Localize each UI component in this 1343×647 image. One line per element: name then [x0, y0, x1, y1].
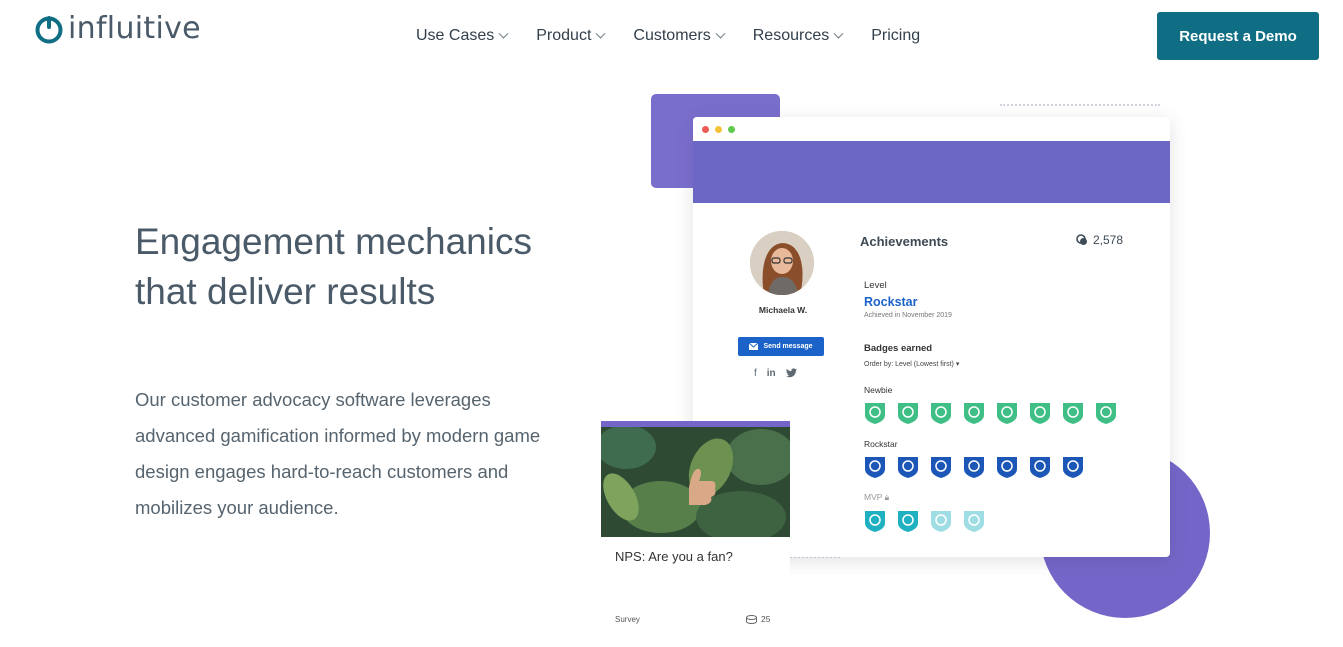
badge-group-label: Rockstar — [864, 439, 898, 449]
badge-icon[interactable] — [963, 401, 985, 425]
maximize-dot-icon — [728, 125, 735, 133]
profile-banner — [693, 141, 1170, 203]
badge-row-rockstar — [864, 455, 1084, 479]
chevron-down-icon — [595, 28, 606, 39]
challenge-card[interactable]: NPS: Are you a fan? Survey 25 — [601, 421, 790, 632]
badge-icon[interactable] — [930, 401, 952, 425]
linkedin-icon[interactable]: in — [767, 368, 776, 379]
request-demo-button[interactable]: Request a Demo — [1157, 12, 1319, 60]
badge-icon[interactable] — [930, 455, 952, 479]
nav-customers[interactable]: Customers — [633, 27, 726, 45]
coins-icon — [1076, 234, 1087, 245]
badges-label: Badges earned — [864, 343, 933, 354]
badge-icon[interactable] — [963, 455, 985, 479]
facebook-icon[interactable]: f — [754, 368, 757, 379]
badge-icon[interactable] — [1062, 401, 1084, 425]
badge-icon[interactable] — [897, 509, 919, 533]
nav-product[interactable]: Product — [536, 27, 606, 45]
avatar — [750, 231, 814, 295]
card-type: Survey — [615, 615, 640, 624]
level-achieved-date: Achieved in November 2019 — [864, 312, 952, 319]
badge-icon[interactable] — [897, 455, 919, 479]
level-value[interactable]: Rockstar — [864, 295, 918, 309]
logo-icon — [35, 16, 63, 44]
badge-icon[interactable] — [864, 401, 886, 425]
achievements-title: Achievements — [860, 234, 949, 249]
badge-row-mvp — [864, 509, 985, 533]
badge-icon[interactable] — [930, 509, 952, 533]
caret-down-icon: ▾ — [955, 361, 960, 368]
card-points: 25 — [746, 614, 770, 624]
window-titlebar — [693, 117, 1170, 141]
badge-icon[interactable] — [1095, 401, 1117, 425]
badge-icon[interactable] — [996, 455, 1018, 479]
hero-description: Our customer advocacy software leverages… — [135, 389, 541, 518]
level-label: Level — [864, 280, 887, 291]
badge-icon[interactable] — [864, 455, 886, 479]
badge-icon[interactable] — [963, 509, 985, 533]
main-nav: Use Cases Product Customers Resources Pr… — [416, 24, 949, 48]
logo-text: influitive — [68, 11, 201, 46]
badge-icon[interactable] — [864, 509, 886, 533]
badge-group-label: MVP 🔒︎ — [864, 492, 890, 502]
minimize-dot-icon — [715, 125, 722, 133]
chevron-down-icon — [498, 28, 509, 39]
decor-dots — [1000, 104, 1160, 106]
logo[interactable]: influitive — [34, 12, 201, 46]
nav-use-cases[interactable]: Use Cases — [416, 27, 509, 45]
badge-icon[interactable] — [996, 401, 1018, 425]
hero-title: Engagement mechanics that deliver result… — [135, 221, 532, 312]
lock-icon: 🔒︎ — [884, 492, 890, 502]
nav-pricing[interactable]: Pricing — [871, 27, 920, 45]
card-image — [601, 421, 790, 537]
plants-photo — [601, 427, 790, 537]
profile-name: Michaela W. — [758, 305, 808, 315]
badge-icon[interactable] — [1029, 455, 1051, 479]
badge-row-newbie — [864, 401, 1117, 425]
person-photo — [750, 231, 814, 295]
badge-icon[interactable] — [1062, 455, 1084, 479]
mail-icon — [749, 343, 759, 350]
card-title: NPS: Are you a fan? — [615, 549, 733, 564]
badge-icon[interactable] — [897, 401, 919, 425]
twitter-icon[interactable] — [785, 368, 797, 378]
order-by-select[interactable]: Order by: Level (Lowest first) ▾ — [864, 360, 959, 368]
send-message-button[interactable]: Send message — [738, 337, 824, 356]
badge-group-label: Newbie — [864, 385, 893, 395]
coins-icon — [746, 614, 757, 624]
chevron-down-icon — [833, 28, 844, 39]
social-links: f in — [754, 368, 797, 379]
close-dot-icon — [702, 125, 709, 133]
chevron-down-icon — [715, 28, 726, 39]
nav-resources[interactable]: Resources — [753, 27, 844, 45]
points-counter: 2,578 — [1076, 233, 1123, 247]
badge-icon[interactable] — [1029, 401, 1051, 425]
